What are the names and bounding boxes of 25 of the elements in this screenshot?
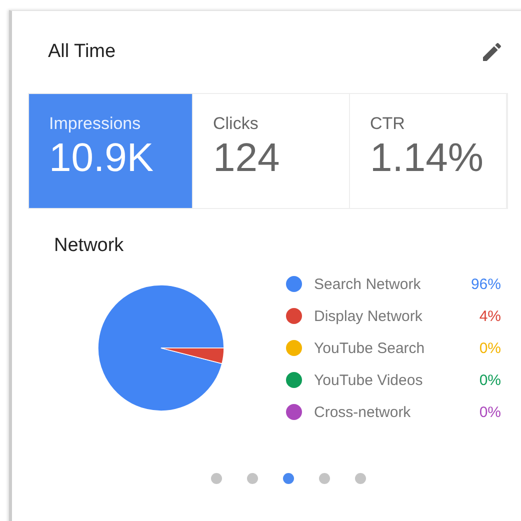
legend-label: Cross-network [314,404,412,420]
metric-label: Impressions [49,114,142,134]
metric-label: CTR [370,114,406,134]
legend-percent: 96% [470,276,501,292]
edit-icon[interactable] [480,40,504,64]
legend-percent: 0% [479,404,501,420]
section-title: Network [53,234,125,253]
page-dot[interactable] [283,473,294,484]
legend-percent: 0% [479,372,501,388]
legend-label: Search Network [314,276,422,292]
legend-percent: 0% [479,340,501,356]
card-title: All Time [48,41,116,63]
legend-label: YouTube Videos [314,372,424,388]
page-dot[interactable] [355,473,366,484]
legend-percent: 4% [479,308,501,324]
metric-tile[interactable]: Impressions 10.9K [29,94,193,208]
page-dot[interactable] [319,473,330,484]
metric-value: 10.9K [49,136,155,181]
metric-value: 1.14% [370,136,484,181]
page-dot[interactable] [247,473,258,484]
metric-value: 124 [213,136,281,181]
legend-label: Display Network [314,308,424,324]
legend-label: YouTube Search [314,340,426,356]
metric-label: Clicks [213,114,260,134]
page-dot[interactable] [211,473,222,484]
